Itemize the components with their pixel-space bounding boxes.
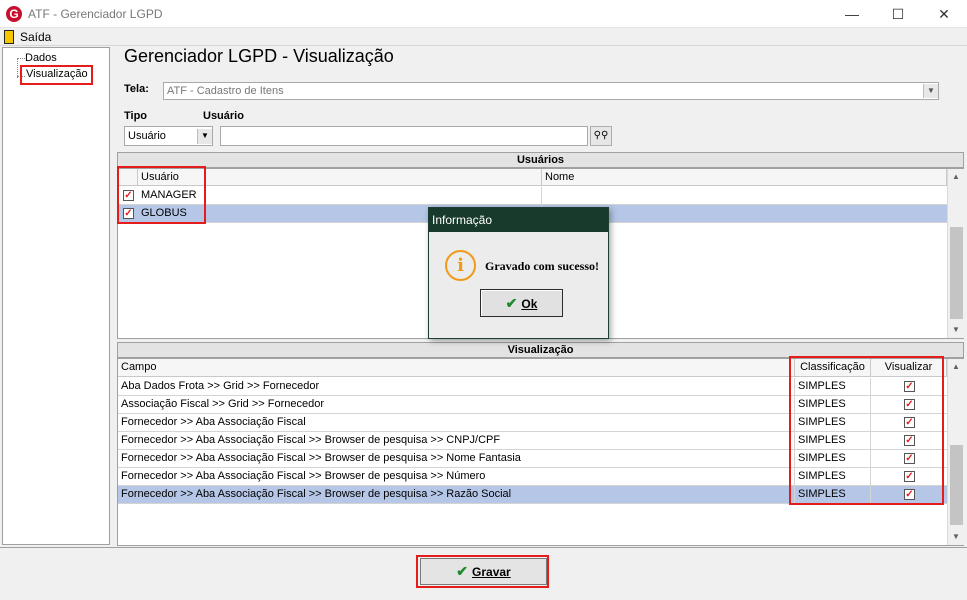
ok-button[interactable]: ✔ Ok	[480, 289, 563, 317]
usuario-input[interactable]	[220, 126, 588, 146]
table-row[interactable]: ✓ MANAGER	[118, 187, 947, 205]
campo-cell: Aba Dados Frota >> Grid >> Fornecedor	[118, 378, 795, 395]
grid-col-nome[interactable]: Nome	[542, 169, 947, 186]
chevron-down-icon[interactable]: ▼	[197, 129, 212, 144]
highlight-box	[416, 555, 549, 588]
minimize-button[interactable]: —	[829, 0, 875, 28]
maximize-button[interactable]: ☐	[875, 0, 921, 28]
tipo-select[interactable]: Usuário ▼	[124, 126, 213, 146]
menu-bar	[0, 28, 967, 46]
scroll-down-icon[interactable]: ▼	[948, 322, 964, 338]
dialog-message: Gravado com sucesso!	[485, 259, 599, 273]
campo-cell: Fornecedor >> Aba Associação Fiscal >> B…	[118, 468, 795, 485]
ok-button-label: Ok	[521, 297, 538, 311]
tree-item-dados[interactable]: Dados	[25, 52, 57, 64]
menu-exit[interactable]: Saída	[20, 30, 51, 44]
users-scrollbar[interactable]: ▲ ▼	[947, 169, 964, 338]
highlight-box	[789, 356, 944, 505]
check-icon: ✔	[505, 295, 518, 311]
binoculars-search-icon[interactable]: ⚲⚲	[590, 126, 612, 146]
scroll-up-icon[interactable]: ▲	[948, 169, 964, 185]
close-button[interactable]: ✕	[921, 0, 967, 28]
usuario-label: Usuário	[203, 110, 244, 122]
info-dialog: Informação i Gravado com sucesso! ✔ Ok	[428, 207, 609, 339]
campo-cell: Fornecedor >> Aba Associação Fiscal >> B…	[118, 486, 795, 503]
scroll-up-icon[interactable]: ▲	[948, 359, 964, 375]
scroll-thumb[interactable]	[950, 445, 963, 525]
users-section-header: Usuários	[117, 152, 964, 168]
view-scrollbar[interactable]: ▲ ▼	[947, 359, 964, 545]
info-icon: i	[445, 250, 476, 281]
dialog-title: Informação	[429, 208, 608, 232]
navigation-tree: Dados	[2, 47, 110, 545]
page-title: Gerenciador LGPD - Visualização	[124, 46, 394, 66]
scroll-down-icon[interactable]: ▼	[948, 529, 964, 545]
tree-item-visualizacao[interactable]: Visualização	[26, 68, 88, 80]
highlight-box	[117, 166, 206, 224]
tipo-value: Usuário	[128, 130, 166, 142]
tela-label: Tela:	[124, 83, 149, 95]
exit-door-icon[interactable]	[4, 30, 14, 44]
campo-cell: Fornecedor >> Aba Associação Fiscal >> B…	[118, 432, 795, 449]
campo-cell: Associação Fiscal >> Grid >> Fornecedor	[118, 396, 795, 413]
chevron-down-icon[interactable]: ▼	[923, 84, 938, 98]
campo-cell: Fornecedor >> Aba Associação Fiscal >> B…	[118, 450, 795, 467]
grid-col-campo[interactable]: Campo	[118, 359, 795, 377]
tela-select[interactable]: ATF - Cadastro de Itens ▼	[163, 82, 939, 100]
app-logo-icon: G	[6, 6, 22, 22]
scroll-thumb[interactable]	[950, 227, 963, 319]
tipo-label: Tipo	[124, 110, 148, 122]
tree-connector	[17, 58, 25, 59]
window-title: ATF - Gerenciador LGPD	[28, 7, 163, 21]
tree-connector	[17, 58, 18, 78]
tela-value: ATF - Cadastro de Itens	[167, 85, 284, 97]
campo-cell: Fornecedor >> Aba Associação Fiscal	[118, 414, 795, 431]
name-cell	[542, 187, 947, 204]
